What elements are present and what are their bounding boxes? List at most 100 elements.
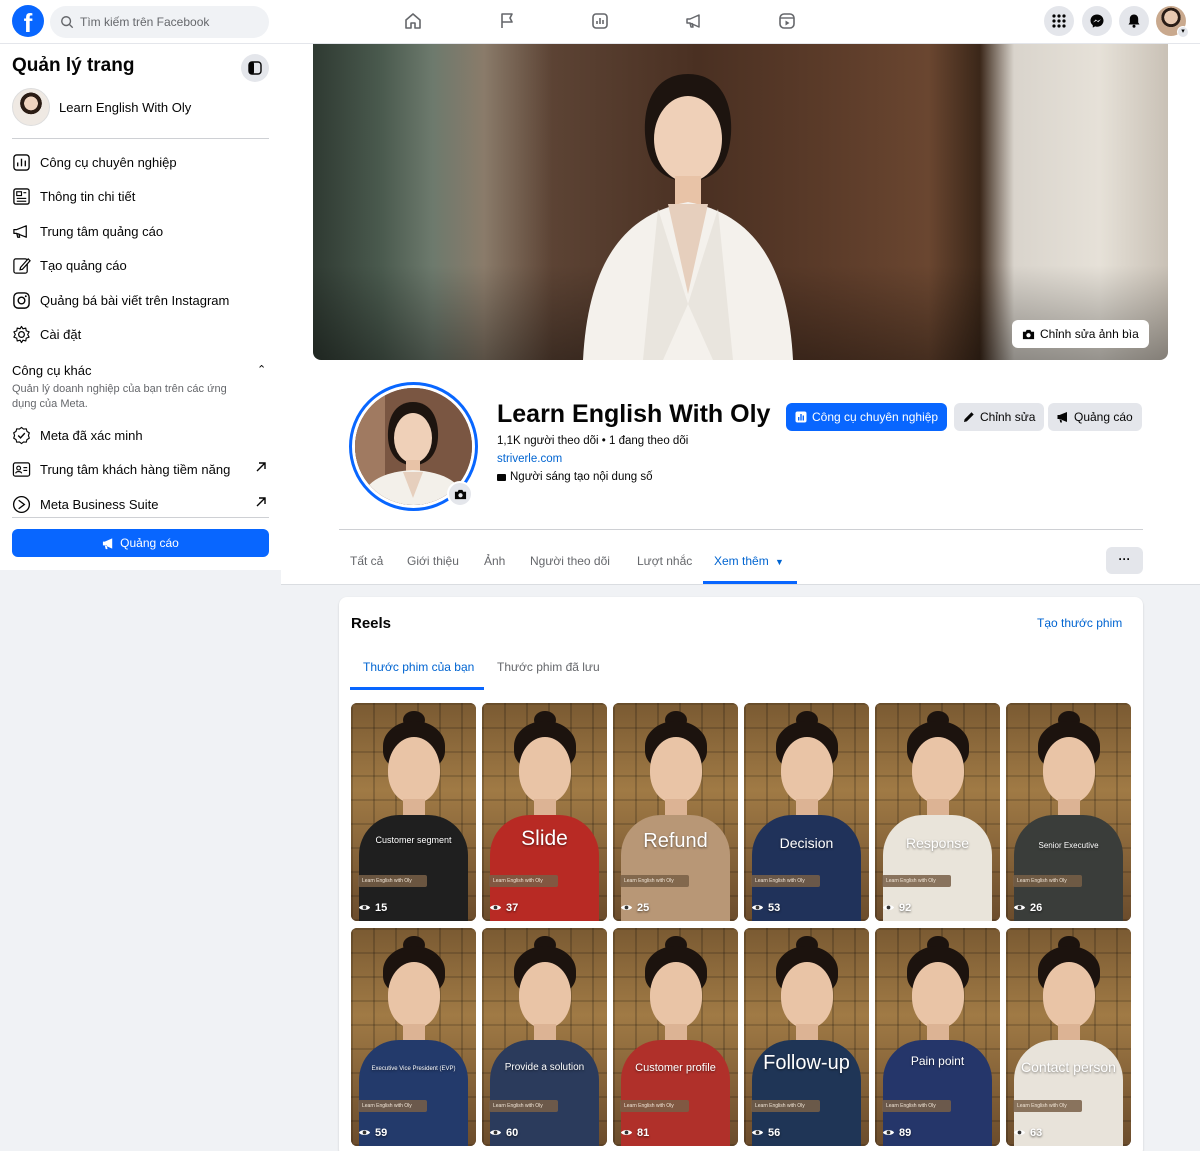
chevron-up-icon[interactable]: ⌃: [257, 363, 266, 376]
eye-icon: [751, 905, 764, 910]
sidebar-item-settings[interactable]: Cài đặt: [12, 321, 269, 347]
tab-followers[interactable]: Người theo dõi: [530, 554, 610, 568]
search-input[interactable]: [80, 15, 260, 29]
insights-icon[interactable]: [587, 8, 613, 34]
eye-icon: [882, 905, 895, 910]
eye-icon: [620, 1130, 633, 1135]
reel-tile[interactable]: Decision Learn English with Oly 53: [744, 703, 869, 921]
reel-caption: Refund: [643, 830, 708, 852]
sidebar-title: Quản lý trang: [12, 55, 135, 76]
external-link-icon: [256, 497, 266, 507]
sidebar-item-label: Công cụ chuyên nghiệp: [40, 154, 177, 170]
reel-brand-tag: Learn English with Oly: [358, 1100, 427, 1112]
tab-see-more[interactable]: Xem thêm ▼: [714, 554, 784, 568]
website-link[interactable]: striverle.com: [497, 453, 562, 465]
page-category: Người sáng tạo nội dung số: [497, 471, 652, 483]
tab-all[interactable]: Tất cả: [350, 554, 383, 568]
reel-tile[interactable]: Customer segment Learn English with Oly 15: [351, 703, 476, 921]
caret-down-icon: ▼: [775, 557, 784, 567]
reel-tile[interactable]: Slide Learn English with Oly 37: [482, 703, 607, 921]
reel-tile[interactable]: Follow-up Learn English with Oly 56: [744, 928, 869, 1146]
reel-caption: Slide: [521, 827, 568, 850]
account-avatar[interactable]: ▾: [1156, 6, 1189, 38]
reel-view-count: 92: [882, 901, 911, 914]
active-tab-indicator: [703, 581, 797, 584]
reel-tile[interactable]: Senior Executive Learn English with Oly 26: [1006, 703, 1131, 921]
reel-view-count-value: 26: [1030, 901, 1043, 914]
reel-view-count: 89: [882, 1126, 911, 1139]
top-navigation-bar: f ▾: [0, 0, 1200, 44]
collapse-sidebar-icon[interactable]: [241, 54, 269, 82]
edit-page-button[interactable]: Chỉnh sửa: [954, 403, 1045, 431]
sidebar-item-label: Meta đã xác minh: [40, 427, 143, 443]
reel-caption: Follow-up: [763, 1052, 850, 1074]
megaphone-icon[interactable]: [681, 8, 707, 34]
sidebar-item-business-suite[interactable]: Meta Business Suite: [12, 491, 269, 517]
reel-tile[interactable]: Customer profile Learn English with Oly 81: [613, 928, 738, 1146]
pro-tools-button[interactable]: Công cụ chuyên nghiệp: [786, 403, 948, 431]
reel-brand-tag: Learn English with Oly: [358, 875, 427, 887]
facebook-logo[interactable]: f: [12, 5, 44, 37]
divider: [12, 138, 269, 139]
tab-about[interactable]: Giới thiệu: [407, 554, 459, 568]
create-reel-link[interactable]: Tạo thước phim: [1037, 616, 1122, 630]
reels-icon[interactable]: [774, 8, 800, 34]
reel-tile[interactable]: Provide a solution Learn English with Oly…: [482, 928, 607, 1146]
followers-count[interactable]: 1,1K người theo dõi • 1 đang theo dõi: [497, 435, 688, 447]
tab-saved-reels[interactable]: Thước phim đã lưu: [497, 660, 600, 674]
ads-button-label: Quảng cáo: [1074, 410, 1133, 424]
cover-photo[interactable]: [313, 44, 1168, 360]
sidebar-item-meta-verified[interactable]: Meta đã xác minh: [12, 422, 269, 448]
search-box[interactable]: [50, 6, 269, 38]
update-profile-photo-button[interactable]: [447, 481, 473, 507]
sidebar-item-insights[interactable]: Thông tin chi tiết: [12, 183, 269, 209]
reel-tile[interactable]: Refund Learn English with Oly 25: [613, 703, 738, 921]
sidebar-item-instagram-boost[interactable]: Quảng bá bài viết trên Instagram: [12, 287, 269, 313]
reel-view-count: 59: [358, 1126, 387, 1139]
reel-view-count-value: 59: [375, 1126, 388, 1139]
sidebar-ad-button[interactable]: Quảng cáo: [12, 529, 269, 557]
page-title: Learn English With Oly: [497, 400, 771, 428]
other-tools-heading[interactable]: Công cụ khác: [12, 363, 92, 378]
reel-brand-tag: Learn English with Oly: [620, 875, 689, 887]
reel-tile[interactable]: Contact person Learn English with Oly 63: [1006, 928, 1131, 1146]
reel-brand-tag: Learn English with Oly: [882, 875, 951, 887]
camera-icon: [454, 489, 466, 499]
menu-grid-icon[interactable]: [1044, 6, 1074, 36]
reels-title: Reels: [351, 615, 392, 632]
reel-tile[interactable]: Pain point Learn English with Oly 89: [875, 928, 1000, 1146]
bell-icon[interactable]: [1119, 6, 1149, 36]
reel-caption: Response: [905, 835, 970, 851]
sidebar-item-ads-center[interactable]: Trung tâm quảng cáo: [12, 218, 269, 244]
insights-icon: [13, 187, 30, 205]
sidebar-item-pro-tools[interactable]: Công cụ chuyên nghiệp: [12, 149, 269, 175]
flag-icon[interactable]: [494, 8, 520, 34]
sidebar-page-switcher[interactable]: Learn English With Oly: [12, 88, 191, 126]
reel-caption: Decision: [779, 835, 834, 851]
eye-icon: [1013, 905, 1026, 910]
more-options-button[interactable]: ···: [1106, 547, 1143, 574]
eye-icon: [751, 1130, 764, 1135]
reel-view-count-value: 25: [637, 901, 650, 914]
page-category-label: Người sáng tạo nội dung số: [510, 471, 653, 483]
sidebar-page-name: Learn English With Oly: [59, 99, 192, 115]
reel-view-count: 81: [620, 1126, 649, 1139]
sidebar-ad-button-label: Quảng cáo: [120, 536, 179, 550]
tab-photos[interactable]: Ảnh: [484, 554, 505, 568]
reel-view-count: 56: [751, 1126, 780, 1139]
sidebar-item-leads-center[interactable]: Trung tâm khách hàng tiềm năng: [12, 456, 269, 482]
edit-cover-button[interactable]: Chỉnh sửa ảnh bìa: [1012, 320, 1149, 348]
sidebar-item-create-ad[interactable]: Tạo quảng cáo: [12, 252, 269, 278]
tab-your-reels[interactable]: Thước phim của bạn: [363, 660, 474, 674]
reel-tile[interactable]: Executive Vice President (EVP) Learn Engl…: [351, 928, 476, 1146]
home-icon[interactable]: [400, 8, 426, 34]
briefcase-icon: [497, 473, 506, 481]
reel-person-face: [650, 737, 702, 803]
other-tools-description: Quản lý doanh nghiệp của bạn trên các ứn…: [12, 383, 227, 410]
ads-button[interactable]: Quảng cáo: [1048, 403, 1142, 431]
reel-caption: Pain point: [910, 1054, 965, 1068]
reel-tile[interactable]: Response Learn English with Oly 92: [875, 703, 1000, 921]
tab-mentions[interactable]: Lượt nhắc: [637, 554, 692, 568]
dashboard-icon: [13, 153, 30, 171]
messenger-icon[interactable]: [1082, 6, 1112, 36]
